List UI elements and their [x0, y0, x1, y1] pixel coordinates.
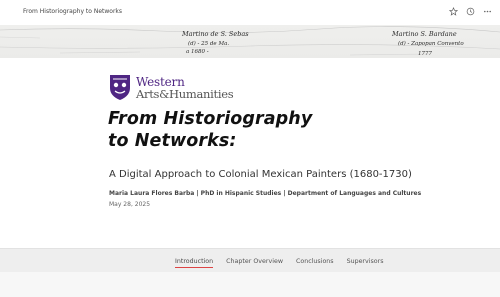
page-footer-area [0, 272, 500, 297]
svg-text:(d) - 25 de Ma.: (d) - 25 de Ma. [188, 40, 229, 47]
tab-conclusions[interactable]: Conclusions [296, 258, 334, 268]
section-tabs: Introduction Chapter Overview Conclusion… [175, 258, 384, 268]
svg-text:a 1680 -: a 1680 - [186, 49, 209, 55]
shield-crest-icon [110, 75, 130, 100]
handwritten-banner-image: Martino de S. Sebas (d) - 25 de Ma. a 16… [0, 25, 500, 58]
western-arts-humanities-logo: Western Arts&Humanities [109, 73, 234, 102]
page-subtitle: A Digital Approach to Colonial Mexican P… [109, 169, 412, 180]
tab-chapter-overview[interactable]: Chapter Overview [226, 258, 283, 268]
svg-text:1777: 1777 [418, 51, 432, 57]
tab-supervisors[interactable]: Supervisors [347, 258, 384, 268]
logo-line-2: Arts&Humanities [136, 86, 234, 101]
tab-introduction[interactable]: Introduction [175, 258, 214, 268]
page-title-line-2: to Networks: [108, 131, 237, 151]
more-icon[interactable] [483, 7, 492, 16]
top-bar: From Historiography to Networks [0, 0, 500, 25]
author-line: Maria Laura Flores Barba | PhD in Hispan… [109, 190, 422, 197]
section-tab-bar: Introduction Chapter Overview Conclusion… [0, 248, 500, 272]
logo-line-1: Western [136, 74, 185, 89]
topbar-actions [449, 7, 492, 16]
page-title-line-1: From Historiography [108, 109, 313, 129]
star-icon[interactable] [449, 7, 458, 16]
publish-date: May 28, 2025 [109, 201, 151, 208]
document-title: From Historiography to Networks [23, 8, 123, 15]
handwriting-text-2: Martino S. Bardane [391, 30, 457, 38]
handwriting-text-1: Martino de S. Sebas [181, 30, 249, 38]
clock-icon[interactable] [466, 7, 475, 16]
logo-wordmark: Western Arts&Humanities [136, 74, 234, 101]
page-title: From Historiography to Networks: [108, 108, 408, 152]
svg-text:(d) - Zapopan Convento: (d) - Zapopan Convento [398, 40, 464, 47]
